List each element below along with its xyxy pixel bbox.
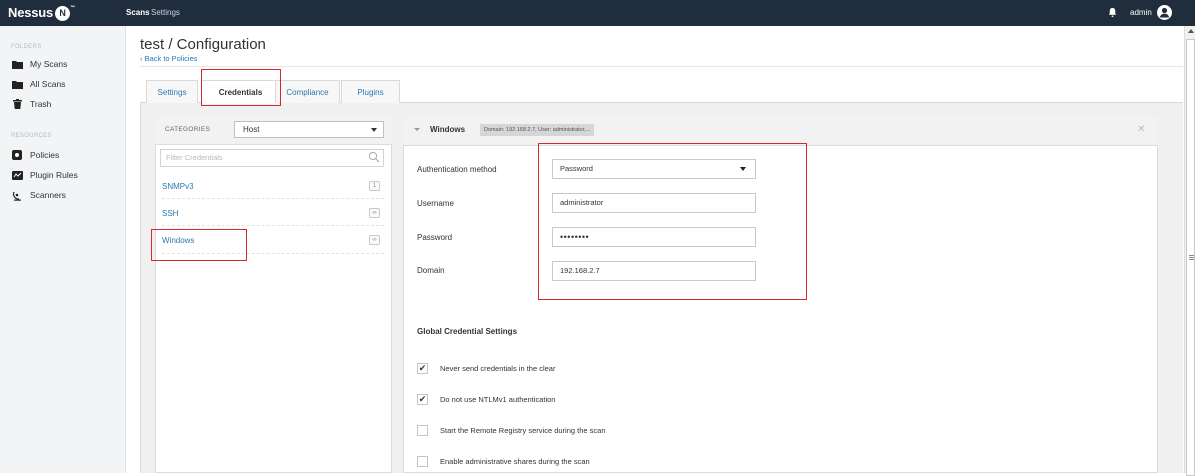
windows-credential-title: Windows <box>430 125 466 134</box>
username-field[interactable]: administrator <box>552 193 756 213</box>
windows-credential-panel <box>403 115 1158 473</box>
password-label: Password <box>417 233 453 242</box>
credential-count-badge: 1 <box>369 181 380 191</box>
authentication-method-value: Password <box>560 164 593 173</box>
list-divider <box>162 253 384 254</box>
tab-plugins[interactable]: Plugins <box>341 80 400 103</box>
trash-icon <box>11 99 23 109</box>
scrollbar-grip-icon <box>1189 255 1194 256</box>
notifications-bell-icon[interactable] <box>1107 7 1118 18</box>
tab-credentials[interactable]: Credentials <box>201 80 280 104</box>
credential-item-ssh[interactable]: SSH <box>162 209 178 218</box>
scrollbar-thumb[interactable] <box>1186 39 1195 476</box>
no-ntlmv1-checkbox[interactable]: ✔ <box>417 394 428 405</box>
chevron-down-icon <box>371 128 377 132</box>
top-navigation-bar: Nessus N ™ Scans Settings admin <box>0 0 1195 26</box>
never-send-clear-checkbox[interactable]: ✔ <box>417 363 428 374</box>
credential-item-windows[interactable]: Windows <box>162 236 194 245</box>
scroll-up-arrow-icon[interactable] <box>1188 29 1194 33</box>
folder-icon <box>11 59 23 69</box>
collapse-caret-icon[interactable] <box>414 128 420 131</box>
sidebar-item-policies[interactable]: Policies <box>11 149 59 161</box>
tab-settings[interactable]: Settings <box>146 80 198 103</box>
remote-registry-checkbox[interactable] <box>417 425 428 436</box>
sidebar-item-plugin-rules[interactable]: Plugin Rules <box>11 169 78 181</box>
category-select-value: Host <box>243 125 260 134</box>
folders-heading: FOLDERS <box>11 44 42 50</box>
plugin-rules-icon <box>11 170 23 180</box>
authentication-method-select[interactable]: Password <box>552 159 756 179</box>
credentials-list-panel <box>155 115 392 473</box>
sidebar-item-label: Trash <box>30 99 52 109</box>
credential-summary-badge: Domain: 192.168.2.7, User: administrator… <box>480 124 595 136</box>
username-label: Username <box>417 199 454 208</box>
sidebar-item-label: All Scans <box>30 79 66 89</box>
sidebar-item-all-scans[interactable]: All Scans <box>11 78 65 90</box>
no-ntlmv1-label: Do not use NTLMv1 authentication <box>440 395 556 404</box>
page-scrollbar[interactable] <box>1184 26 1195 476</box>
sidebar-item-scanners[interactable]: Scanners <box>11 189 66 201</box>
page-title: test / Configuration <box>140 36 266 53</box>
chevron-down-icon <box>740 167 746 171</box>
resources-heading: RESOURCES <box>11 133 52 139</box>
sidebar-item-label: Scanners <box>30 190 66 200</box>
sidebar <box>0 26 126 473</box>
sidebar-item-label: My Scans <box>30 59 68 69</box>
domain-label: Domain <box>417 266 445 275</box>
credential-item-snmpv3[interactable]: SNMPv3 <box>162 182 194 191</box>
sidebar-item-my-scans[interactable]: My Scans <box>11 58 67 70</box>
authentication-method-label: Authentication method <box>417 165 497 174</box>
nav-settings[interactable]: Settings <box>151 8 180 17</box>
sidebar-item-trash[interactable]: Trash <box>11 98 51 110</box>
credential-count-badge: ∞ <box>369 235 380 245</box>
filter-credentials-input[interactable]: Filter Credentials <box>160 149 384 167</box>
list-divider <box>162 198 384 199</box>
sidebar-item-label: Policies <box>30 150 60 160</box>
global-credential-settings-heading: Global Credential Settings <box>417 327 518 336</box>
nessus-logo[interactable]: Nessus N ™ <box>8 5 75 21</box>
user-avatar-icon[interactable] <box>1157 5 1172 20</box>
search-icon <box>368 151 380 163</box>
list-divider <box>162 225 384 226</box>
domain-field[interactable]: 192.168.2.7 <box>552 261 756 281</box>
folder-icon <box>11 79 23 89</box>
remote-registry-label: Start the Remote Registry service during… <box>440 426 606 435</box>
password-field[interactable]: •••••••• <box>552 227 756 247</box>
never-send-clear-label: Never send credentials in the clear <box>440 364 556 373</box>
shield-icon <box>11 150 23 160</box>
sidebar-item-label: Plugin Rules <box>30 170 78 180</box>
header-divider <box>140 66 1183 67</box>
admin-shares-label: Enable administrative shares during the … <box>440 457 590 466</box>
nav-scans[interactable]: Scans <box>126 8 150 17</box>
credential-count-badge: ∞ <box>369 208 380 218</box>
back-to-policies-link[interactable]: ‹ Back to Policies <box>140 54 198 63</box>
user-name[interactable]: admin <box>1130 8 1152 17</box>
category-select[interactable]: Host <box>234 121 384 138</box>
categories-label: CATEGORIES <box>165 126 211 133</box>
tab-compliance[interactable]: Compliance <box>275 80 340 103</box>
close-icon[interactable]: ✕ <box>1137 124 1145 135</box>
admin-shares-checkbox[interactable] <box>417 456 428 467</box>
scanner-icon <box>11 190 23 201</box>
